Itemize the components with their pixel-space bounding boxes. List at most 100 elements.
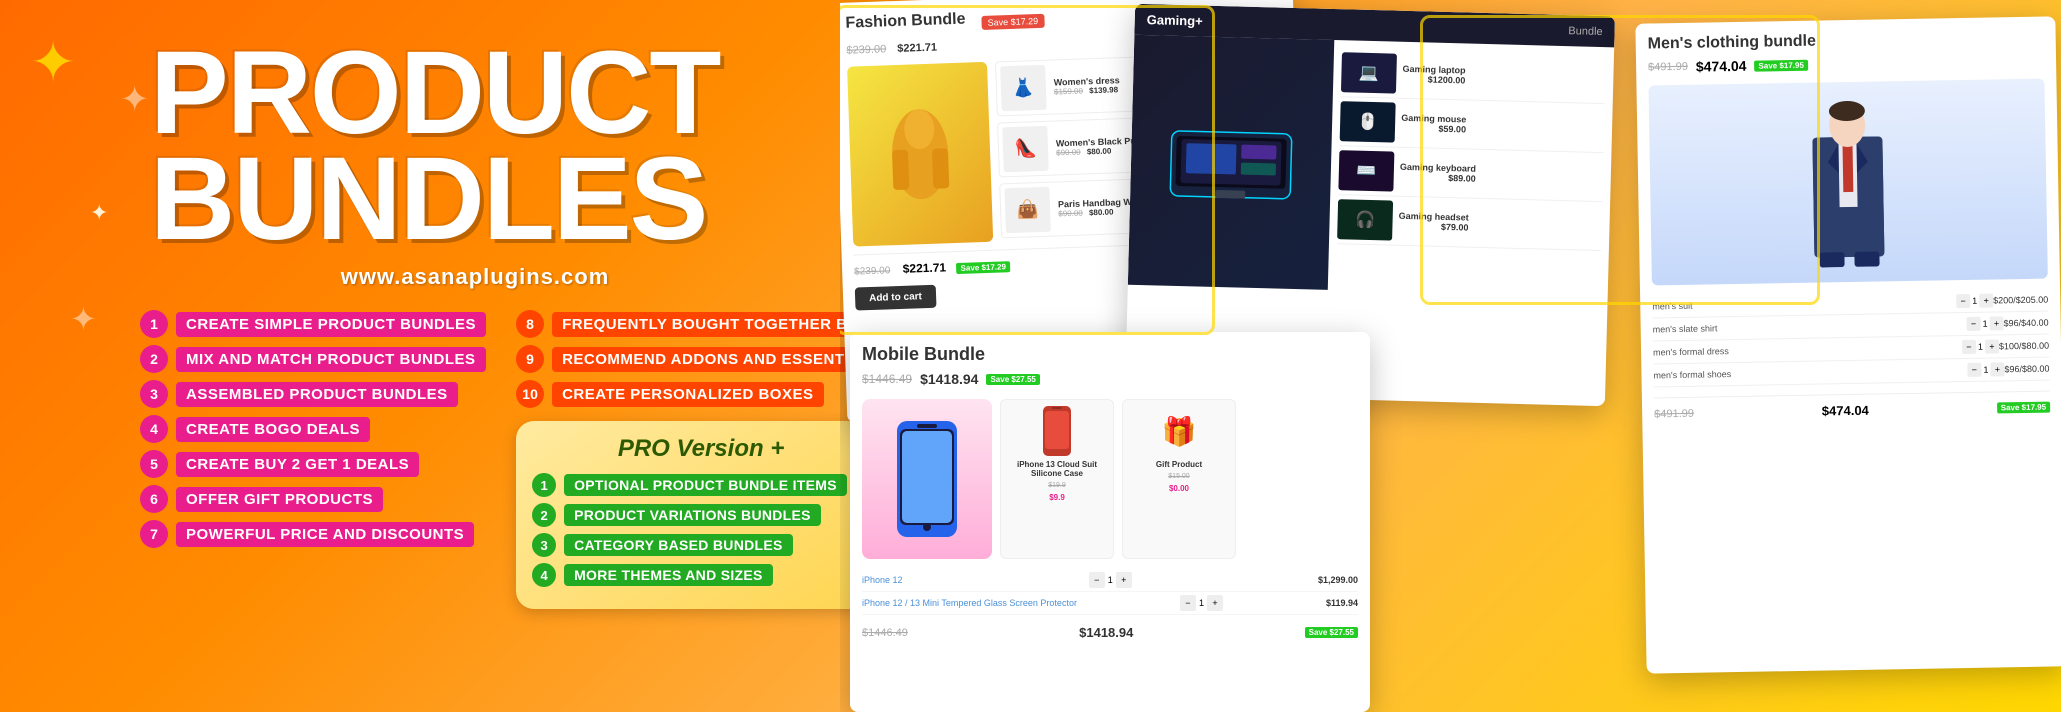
- pro-text-3: CATEGORY BASED BUNDLES: [564, 534, 793, 556]
- gaming-headset-name: Gaming headset: [1399, 211, 1469, 223]
- mobile-save-badge: Save $27.55: [986, 374, 1039, 385]
- mens-shoes-name: men's formal shoes: [1653, 365, 1967, 380]
- mobile-qty-val: 1: [1108, 575, 1113, 585]
- feature-number-7: 7: [140, 520, 168, 548]
- fashion-total-old: $239.00: [854, 265, 891, 277]
- feature-text-1: CREATE SIMPLE PRODUCT BUNDLES: [176, 312, 486, 337]
- pro-item-3: 3 CATEGORY BASED BUNDLES: [532, 533, 870, 557]
- pro-text-2: PRODUCT VARIATIONS BUNDLES: [564, 504, 821, 526]
- mobile-qty2-val: 1: [1199, 598, 1204, 608]
- gaming-items-list: 💻 Gaming laptop $1200.00 🖱️ Gaming mouse…: [1328, 40, 1614, 297]
- mens-shoes-prices: $96/$80.00: [2004, 364, 2049, 375]
- mens-total-save: Save $17.95: [1997, 402, 2051, 414]
- pro-title: PRO Version +: [532, 435, 870, 463]
- mobile-gift-price: $0.00: [1169, 484, 1189, 493]
- feature-text-3: ASSEMBLED PRODUCT BUNDLES: [176, 382, 458, 407]
- fashion-main-image: [847, 62, 993, 247]
- mobile-bundle-screenshot: Mobile Bundle $1446.49 $1418.94 Save $27…: [850, 332, 1370, 712]
- feature-text-4: CREATE BOGO DEALS: [176, 417, 370, 442]
- mens-shirt-qty-val: 1: [1982, 319, 1987, 329]
- feature-7: 7 POWERFUL PRICE AND DISCOUNTS: [140, 520, 486, 548]
- mobile-qty-minus[interactable]: −: [1089, 572, 1105, 588]
- fashion-total-prices: $239.00 $221.71 Save $17.29: [854, 256, 1010, 279]
- feature-3: 3 ASSEMBLED PRODUCT BUNDLES: [140, 380, 486, 408]
- gaming-keyboard-icon: ⌨️: [1338, 150, 1394, 191]
- mobile-iphone-red: iPhone 13 Cloud Suit Silicone Case $19.9…: [1000, 399, 1114, 559]
- mens-dress-qty[interactable]: − 1 +: [1962, 339, 1999, 354]
- gaming-subtitle: Bundle: [1568, 25, 1603, 38]
- mobile-qty-plus[interactable]: +: [1116, 572, 1132, 588]
- mens-bundle-title: Men's clothing bundle: [1648, 29, 2044, 54]
- pro-text-1: OPTIONAL PRODUCT BUNDLE ITEMS: [564, 474, 847, 496]
- sparkle-icon-4: ✦: [70, 300, 97, 632]
- mobile-iphone12-price: $1,299.00: [1318, 575, 1358, 585]
- mens-price-badge: $491.99 $474.04 Save $17.95: [1648, 53, 2044, 76]
- mens-shirt-qty[interactable]: − 1 +: [1966, 316, 2003, 331]
- mens-total-old: $491.99: [1654, 407, 1694, 420]
- gaming-item-1: 💻 Gaming laptop $1200.00: [1341, 48, 1606, 104]
- mens-shoes-qty-val: 1: [1983, 365, 1988, 375]
- mens-old-price: $491.99: [1648, 61, 1688, 74]
- pro-item-1: 1 OPTIONAL PRODUCT BUNDLE ITEMS: [532, 473, 870, 497]
- gaming-mouse-name: Gaming mouse: [1401, 113, 1466, 125]
- mens-suit-minus[interactable]: −: [1956, 294, 1970, 308]
- mens-main-image: [1648, 79, 2047, 286]
- mobile-total-save: Save $27.55: [1305, 627, 1358, 638]
- mens-suit-prices: $200/$205.00: [1993, 295, 2048, 306]
- gaming-item-3: ⌨️ Gaming keyboard $89.00: [1338, 146, 1603, 202]
- feature-number-8: 8: [516, 310, 544, 338]
- mobile-case-price: $9.9: [1049, 493, 1065, 502]
- mens-shoes-plus[interactable]: +: [1990, 362, 2004, 376]
- main-title: PRODUCT BUNDLES: [150, 40, 810, 252]
- mobile-gift-old: $15.00: [1168, 473, 1189, 480]
- feature-number-2: 2: [140, 345, 168, 373]
- features-container: 1 CREATE SIMPLE PRODUCT BUNDLES 2 MIX AN…: [140, 310, 810, 609]
- mens-suit-qty[interactable]: − 1 +: [1956, 294, 1993, 309]
- mobile-qty2-plus[interactable]: +: [1207, 595, 1223, 611]
- mobile-total-new: $1418.94: [1079, 625, 1133, 640]
- mobile-qty2-minus[interactable]: −: [1180, 595, 1196, 611]
- gaming-mouse-price: $59.00: [1401, 123, 1466, 135]
- mens-dress-plus[interactable]: +: [1985, 339, 1999, 353]
- mobile-screenprotector-qty[interactable]: − 1 +: [1180, 595, 1223, 611]
- mens-suit-name: men's suit: [1652, 296, 1956, 311]
- mobile-gift: 🎁 Gift Product $15.00 $0.00: [1122, 399, 1236, 559]
- pro-number-1: 1: [532, 473, 556, 497]
- mobile-screenprotector-price: $119.94: [1326, 598, 1358, 608]
- fashion-total-save: Save $17.29: [956, 261, 1010, 274]
- gaming-item-2: 🖱️ Gaming mouse $59.00: [1340, 97, 1605, 153]
- mobile-case-old: $19.9: [1048, 482, 1066, 489]
- mobile-summary: iPhone 12 − 1 + $1,299.00 iPhone 12 / 13…: [862, 569, 1358, 615]
- mens-dress-qty-val: 1: [1978, 342, 1983, 352]
- gaming-laptop-price: $1200.00: [1402, 74, 1465, 86]
- mobile-screenprotector-name: iPhone 12 / 13 Mini Tempered Glass Scree…: [862, 598, 1077, 608]
- feature-text-2: MIX AND MATCH PRODUCT BUNDLES: [176, 347, 486, 372]
- feature-number-4: 4: [140, 415, 168, 443]
- mens-shirt-minus[interactable]: −: [1966, 317, 1980, 331]
- mens-new-price: $474.04: [1696, 58, 1747, 75]
- sparkle-icon-3: ✦: [90, 200, 108, 226]
- mobile-iphone12-qty[interactable]: − 1 +: [1089, 572, 1132, 588]
- feature-number-9: 9: [516, 345, 544, 373]
- mobile-new-price: $1418.94: [920, 371, 978, 387]
- feature-number-3: 3: [140, 380, 168, 408]
- feature-2: 2 MIX AND MATCH PRODUCT BUNDLES: [140, 345, 486, 373]
- fashion-total-new: $221.71: [902, 260, 946, 276]
- mens-shirt-plus[interactable]: +: [1989, 316, 2003, 330]
- pro-section: PRO Version + 1 OPTIONAL PRODUCT BUNDLE …: [516, 421, 886, 609]
- mens-total-row: $491.99 $474.04 Save $17.95: [1654, 391, 2050, 422]
- mobile-gift-icon: 🎁: [1162, 406, 1197, 456]
- feature-1: 1 CREATE SIMPLE PRODUCT BUNDLES: [140, 310, 486, 338]
- mens-suit-plus[interactable]: +: [1979, 294, 1993, 308]
- fashion-add-to-cart-button[interactable]: Add to cart: [855, 285, 937, 311]
- gaming-headset-icon: 🎧: [1337, 199, 1393, 240]
- mens-dress-minus[interactable]: −: [1962, 340, 1976, 354]
- mens-total-new: $474.04: [1822, 403, 1869, 419]
- mens-shoes-qty[interactable]: − 1 +: [1967, 362, 2004, 377]
- feature-number-5: 5: [140, 450, 168, 478]
- mens-save-badge: Save $17.95: [1754, 59, 1808, 71]
- feature-4: 4 CREATE BOGO DEALS: [140, 415, 486, 443]
- mobile-summary-row-1: iPhone 12 − 1 + $1,299.00: [862, 569, 1358, 592]
- feature-text-10: CREATE PERSONALIZED BOXES: [552, 382, 823, 407]
- mens-shoes-minus[interactable]: −: [1967, 363, 1981, 377]
